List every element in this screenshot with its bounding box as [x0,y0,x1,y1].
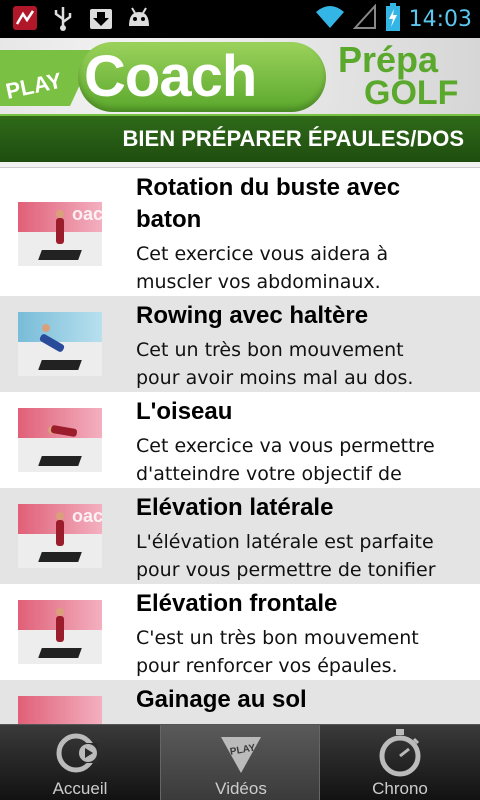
android-debug-icon [126,5,152,31]
exercise-thumbnail: oach [18,504,102,568]
exercise-thumbnail: oach [18,202,102,266]
stopwatch-icon [379,729,421,777]
nav-chrono[interactable]: Chrono [320,725,480,800]
play-video-icon: PLAY [221,737,261,773]
exercise-thumbnail [18,312,102,376]
nav-label-accueil: Accueil [52,779,108,798]
exercise-item-elevation-frontale[interactable]: Elévation frontale C'est un très bon mou… [0,584,480,680]
download-icon [88,5,114,31]
section-title: BIEN PRÉPARER ÉPAULES/DOS [122,126,464,151]
exercise-list[interactable]: oach Rotation du buste avec baton Cet ex… [0,168,480,728]
exercise-title: Gainage au sol [136,686,307,713]
bottom-navigation: Accueil PLAY Vidéos Chrono [0,724,480,800]
nav-label-videos: Vidéos [215,779,267,798]
exercise-item-oiseau[interactable]: L'oiseau Cet exercice va vous permettre … [0,392,480,488]
exercise-item-elevation-laterale[interactable]: oach Elévation latérale L'élévation laté… [0,488,480,584]
exercise-title: Rotation du buste avec [136,174,401,201]
battery-charging-icon [385,3,401,35]
exercise-description-cont: muscler vos abdominaux. [136,271,381,293]
exercise-item-gainage-sol[interactable]: Gainage au sol [0,680,480,728]
exercise-description-cont: pour vous permettre de tonifier [136,559,436,581]
exercise-title: L'oiseau [136,398,233,425]
exercise-description: C'est un très bon mouvement [136,627,419,649]
exercise-description: L'élévation latérale est parfaite [136,531,434,553]
exercise-thumbnail [18,408,102,472]
signal-icon [352,3,377,34]
exercise-thumbnail [18,600,102,664]
app-banner: PLAY Coach Prépa GOLF [0,38,480,114]
nav-label-chrono: Chrono [372,779,428,798]
usb-icon [50,5,76,31]
exercise-description: Cet exercice va vous permettre [136,435,435,457]
nav-videos[interactable]: PLAY Vidéos [160,725,320,800]
prepa-logo-text: Prépa [338,39,439,80]
exercise-title: Elévation frontale [136,590,338,617]
exercise-description-cont: pour avoir moins mal au dos. [136,367,414,389]
exercise-description: Cet exercice vous aidera à [136,243,389,265]
wifi-icon [315,4,345,34]
exercise-item-rowing-haltere[interactable]: Rowing avec haltère Cet un très bon mouv… [0,296,480,392]
clock: 14:03 [408,6,472,32]
golf-logo-text: GOLF [364,74,459,112]
section-header: BIEN PRÉPARER ÉPAULES/DOS [0,114,480,162]
home-coach-icon [56,733,98,773]
exercise-title: Elévation latérale [136,494,334,521]
exercise-description-cont: pour renforcer vos épaules. [136,655,398,677]
status-bar: 14:03 [0,0,480,38]
exercise-description: Cet un très bon mouvement [136,339,404,361]
nav-accueil[interactable]: Accueil [0,725,160,800]
coach-logo-text: Coach [84,44,257,109]
exercise-title-cont: baton [136,206,202,233]
exercise-title: Rowing avec haltère [136,302,369,329]
exercise-description-cont: d'atteindre votre objectif de [136,463,402,485]
app-activity-icon [12,5,38,31]
exercise-item-rotation-buste[interactable]: oach Rotation du buste avec baton Cet ex… [0,168,480,296]
